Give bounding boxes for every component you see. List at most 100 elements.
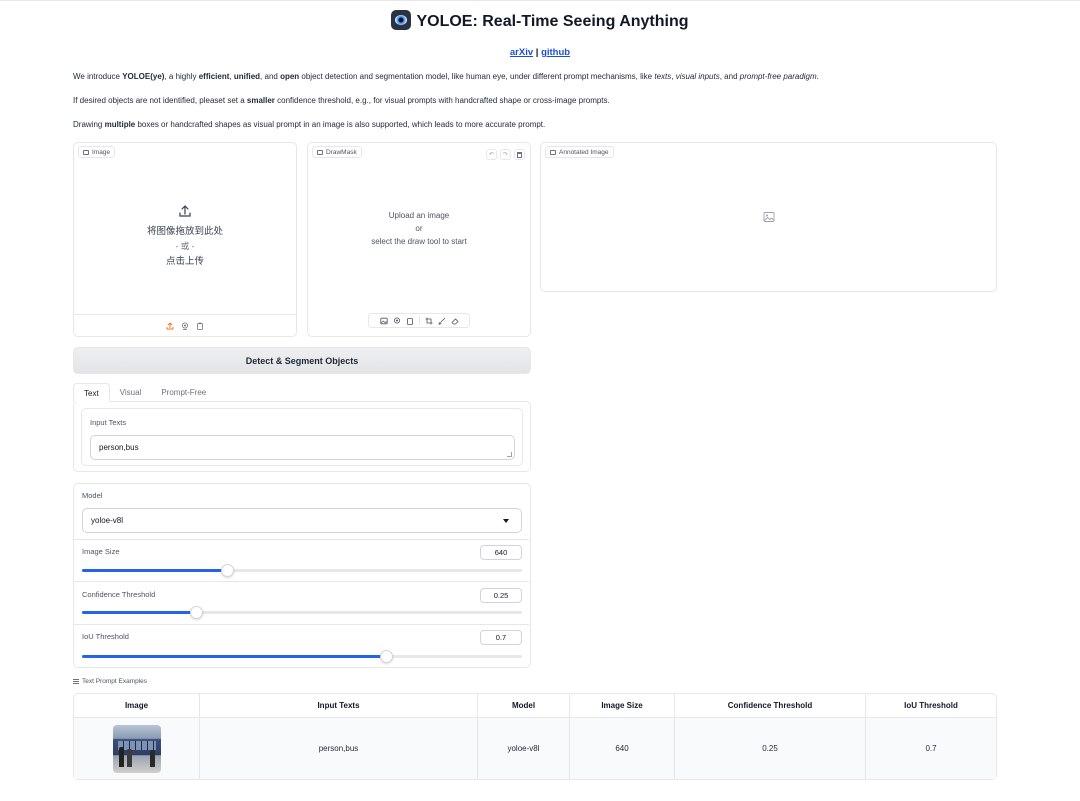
intro-bold: unified: [233, 72, 261, 81]
crop-tool-icon[interactable]: [425, 317, 433, 325]
model-dropdown[interactable]: yoloe-v8l: [82, 508, 522, 533]
detect-segment-button[interactable]: Detect & Segment Objects: [73, 347, 531, 374]
drawmask-canvas[interactable]: Upload an image or select the draw tool …: [308, 153, 530, 303]
yoloe-eye-logo-icon: [391, 10, 412, 30]
confidence-slider[interactable]: [82, 606, 522, 619]
resize-handle-icon[interactable]: [507, 452, 512, 457]
top-border: [0, 0, 1080, 1]
intro-paragraph-1: We introduce YOLOE(ye), a highly efficie…: [73, 72, 819, 81]
thumbnail-person: [126, 748, 132, 767]
example-input-texts: person,bus: [200, 718, 478, 779]
page-title-text: YOLOE: Real-Time Seeing Anything: [416, 13, 689, 30]
webcam-source-icon[interactable]: [181, 322, 189, 330]
intro-paragraph-2: If desired objects are not identified, p…: [73, 96, 610, 105]
click-upload-text: 点击上传: [165, 255, 204, 267]
image-label-icon: [83, 149, 89, 155]
intro-text: , a highly: [164, 72, 199, 81]
intro-text: We introduce: [73, 72, 123, 81]
github-link[interactable]: github: [541, 47, 570, 58]
intro-italic: texts: [654, 72, 672, 81]
brush-tool-icon[interactable]: [438, 317, 446, 325]
drop-text: 将图像拖放到此处: [146, 225, 223, 237]
example-model: yoloe-v8l: [478, 718, 570, 779]
intro-text: Drawing: [73, 120, 105, 129]
clipboard-tool-icon[interactable]: [406, 317, 414, 325]
tab-text[interactable]: Text: [73, 383, 110, 402]
text-tab-panel: Input Texts person,bus: [73, 401, 531, 472]
prompt-tabs: Text Visual Prompt-Free: [73, 383, 216, 402]
drawmask-toolbar: [368, 313, 470, 328]
toolbar-divider: [418, 316, 420, 325]
dropzone-text: 将图像拖放到此处 - 或 - 点击上传: [147, 224, 223, 269]
example-confidence: 0.25: [675, 718, 866, 779]
tab-visual[interactable]: Visual: [110, 383, 152, 402]
intro-bold: smaller: [246, 96, 275, 105]
settings-divider: [74, 581, 529, 582]
drawmask-hint-line1: Upload an image: [388, 210, 450, 220]
drawmask-hint: Upload an image or select the draw tool …: [371, 209, 467, 248]
page-title: YOLOE: Real-Time Seeing Anything: [0, 10, 1080, 31]
intro-bold: open: [280, 72, 300, 81]
tab-prompt-free[interactable]: Prompt-Free: [151, 383, 216, 402]
model-value: yoloe-v8l: [91, 516, 124, 525]
intro-bold: YOLOE(ye): [122, 72, 165, 81]
settings-divider: [74, 539, 529, 540]
example-image-cell[interactable]: [74, 718, 200, 779]
image-source-row: [74, 314, 296, 336]
iou-slider[interactable]: [82, 650, 522, 663]
input-texts-block: Input Texts person,bus: [81, 408, 523, 466]
example-row[interactable]: person,bus yoloe-v8l 640 0.25 0.7: [74, 718, 996, 779]
column-header: Input Texts: [200, 694, 478, 718]
input-texts-value: person,bus: [99, 443, 139, 452]
intro-italic: prompt-free paradigm: [739, 72, 817, 81]
annotated-panel-label-text: Annotated Image: [559, 148, 609, 156]
chevron-down-icon: [503, 518, 509, 523]
iou-slider-thumb[interactable]: [379, 650, 393, 663]
iou-input[interactable]: 0.7: [480, 630, 522, 645]
thumbnail-person: [149, 749, 155, 767]
arxiv-link[interactable]: arXiv: [510, 47, 533, 58]
intro-italic: visual inputs: [675, 72, 720, 81]
image-size-slider[interactable]: [82, 564, 522, 577]
example-image-size: 640: [570, 718, 675, 779]
intro-bold: efficient: [198, 72, 230, 81]
link-separator: |: [533, 47, 542, 58]
example-thumbnail[interactable]: [112, 724, 161, 773]
upload-icon: [179, 204, 191, 217]
image-dropzone[interactable]: 将图像拖放到此处 - 或 - 点击上传: [74, 161, 296, 311]
confidence-slider-fill: [82, 611, 197, 614]
upload-source-icon[interactable]: [166, 321, 174, 330]
column-header: Model: [478, 694, 570, 718]
annotated-panel-label: Annotated Image: [545, 146, 614, 158]
thumbnail-person: [118, 746, 124, 767]
intro-bold: multiple: [104, 120, 136, 129]
image-tool-icon[interactable]: [379, 317, 388, 325]
image-upload-panel: Image 将图像拖放到此处 - 或 - 点击上传: [73, 142, 297, 337]
iou-slider-fill: [82, 655, 386, 658]
drawmask-hint-line2: or: [415, 223, 423, 233]
intro-text: confidence threshold, e.g., for visual p…: [274, 96, 610, 105]
image-size-input[interactable]: 640: [480, 545, 522, 560]
eraser-tool-icon[interactable]: [450, 317, 459, 325]
image-panel-label-text: Image: [92, 148, 111, 156]
examples-table: Image Input Texts Model Image Size Confi…: [73, 693, 997, 780]
intro-text: , and: [260, 72, 281, 81]
annotated-label-icon: [550, 149, 556, 155]
model-label: Model: [82, 491, 103, 500]
annotated-image-panel: Annotated Image: [540, 142, 997, 292]
intro-text: boxes or handcrafted shapes as visual pr…: [135, 120, 546, 129]
clipboard-source-icon[interactable]: [196, 322, 204, 330]
intro-text: .: [816, 72, 819, 81]
image-placeholder-icon: [763, 212, 775, 222]
input-texts-field[interactable]: person,bus: [90, 435, 515, 460]
intro-text: If desired objects are not identified, p…: [73, 96, 247, 105]
confidence-label: Confidence Threshold: [82, 590, 156, 599]
image-size-slider-fill: [82, 569, 228, 572]
intro-paragraph-3: Drawing multiple boxes or handcrafted sh…: [73, 120, 545, 129]
settings-divider: [74, 624, 529, 625]
confidence-input[interactable]: 0.25: [480, 588, 522, 603]
iou-label: IoU Threshold: [82, 632, 129, 641]
input-texts-label: Input Texts: [90, 418, 127, 427]
webcam-tool-icon[interactable]: [393, 317, 401, 325]
or-text: - 或 -: [175, 240, 195, 251]
